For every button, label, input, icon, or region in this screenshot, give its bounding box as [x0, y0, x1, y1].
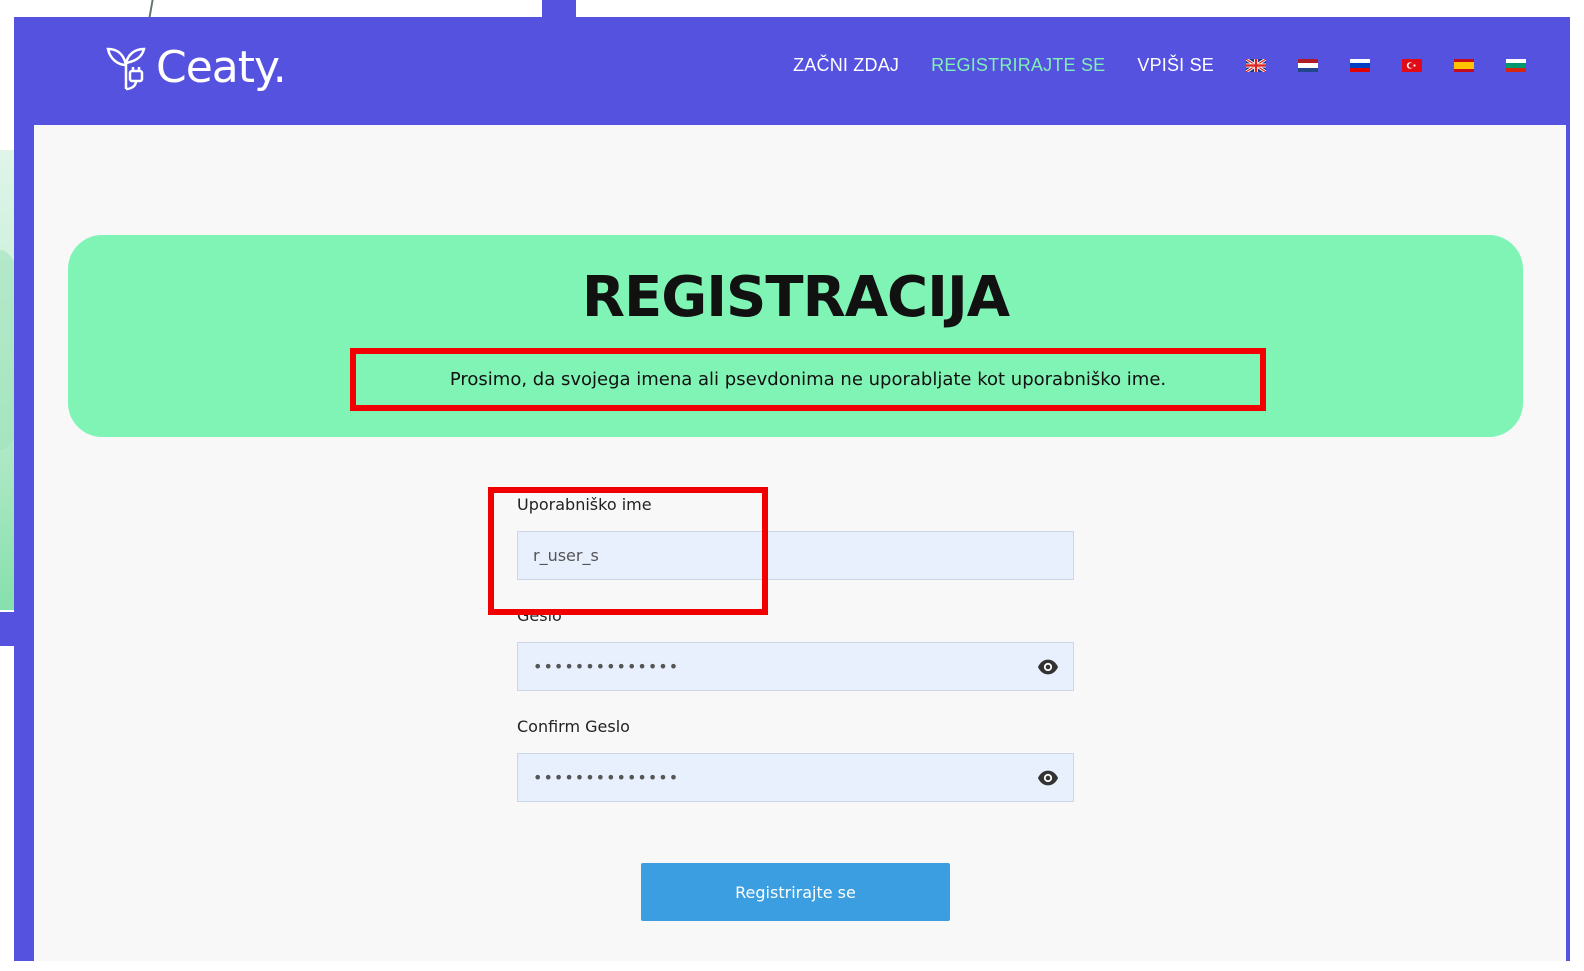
uk-flag-icon[interactable]: [1246, 59, 1266, 72]
username-input[interactable]: [518, 532, 1073, 579]
plant-plug-icon: [106, 47, 146, 91]
spain-flag-icon[interactable]: [1454, 59, 1474, 72]
background-sketch: [148, 0, 184, 18]
app-window: Ceaty. ZAČNI ZDAJ REGISTRIRAJTE SE VPIŠI…: [14, 17, 1570, 961]
confirm-password-field: [517, 753, 1074, 802]
main-nav: ZAČNI ZDAJ REGISTRIRAJTE SE VPIŠI SE: [793, 55, 1526, 76]
eye-icon[interactable]: [1037, 767, 1059, 789]
username-warning: Prosimo, da svojega imena ali psevdonima…: [449, 369, 1167, 390]
page-title: REGISTRACIJA: [581, 265, 1010, 330]
site-header: Ceaty. ZAČNI ZDAJ REGISTRIRAJTE SE VPIŠI…: [14, 17, 1570, 125]
page-content: REGISTRACIJA Prosimo, da svojega imena a…: [34, 125, 1566, 961]
password-input[interactable]: [518, 643, 1073, 690]
eye-icon[interactable]: [1037, 656, 1059, 678]
brand-name: Ceaty.: [156, 41, 287, 93]
site-logo[interactable]: Ceaty.: [100, 37, 287, 97]
register-button[interactable]: Registrirajte se: [641, 863, 950, 921]
slovenia-flag-icon[interactable]: [1350, 59, 1370, 72]
highlight-box-note: Prosimo, da svojega imena ali psevdonima…: [350, 348, 1266, 411]
registration-form: Uporabniško ime Geslo Confirm Geslo: [517, 495, 1074, 828]
nav-register[interactable]: REGISTRIRAJTE SE: [931, 55, 1105, 76]
netherlands-flag-icon[interactable]: [1298, 59, 1318, 72]
username-field: [517, 531, 1074, 580]
confirm-password-label: Confirm Geslo: [517, 717, 630, 736]
username-label: Uporabniško ime: [517, 495, 652, 514]
password-label: Geslo: [517, 606, 562, 625]
password-field: [517, 642, 1074, 691]
registration-banner: REGISTRACIJA Prosimo, da svojega imena a…: [68, 235, 1523, 437]
nav-start-now[interactable]: ZAČNI ZDAJ: [793, 55, 899, 76]
nav-login[interactable]: VPIŠI SE: [1137, 55, 1214, 76]
language-switcher: [1246, 59, 1526, 72]
confirm-password-input[interactable]: [518, 754, 1073, 801]
turkey-flag-icon[interactable]: [1402, 59, 1422, 72]
bulgaria-flag-icon[interactable]: [1506, 59, 1526, 72]
